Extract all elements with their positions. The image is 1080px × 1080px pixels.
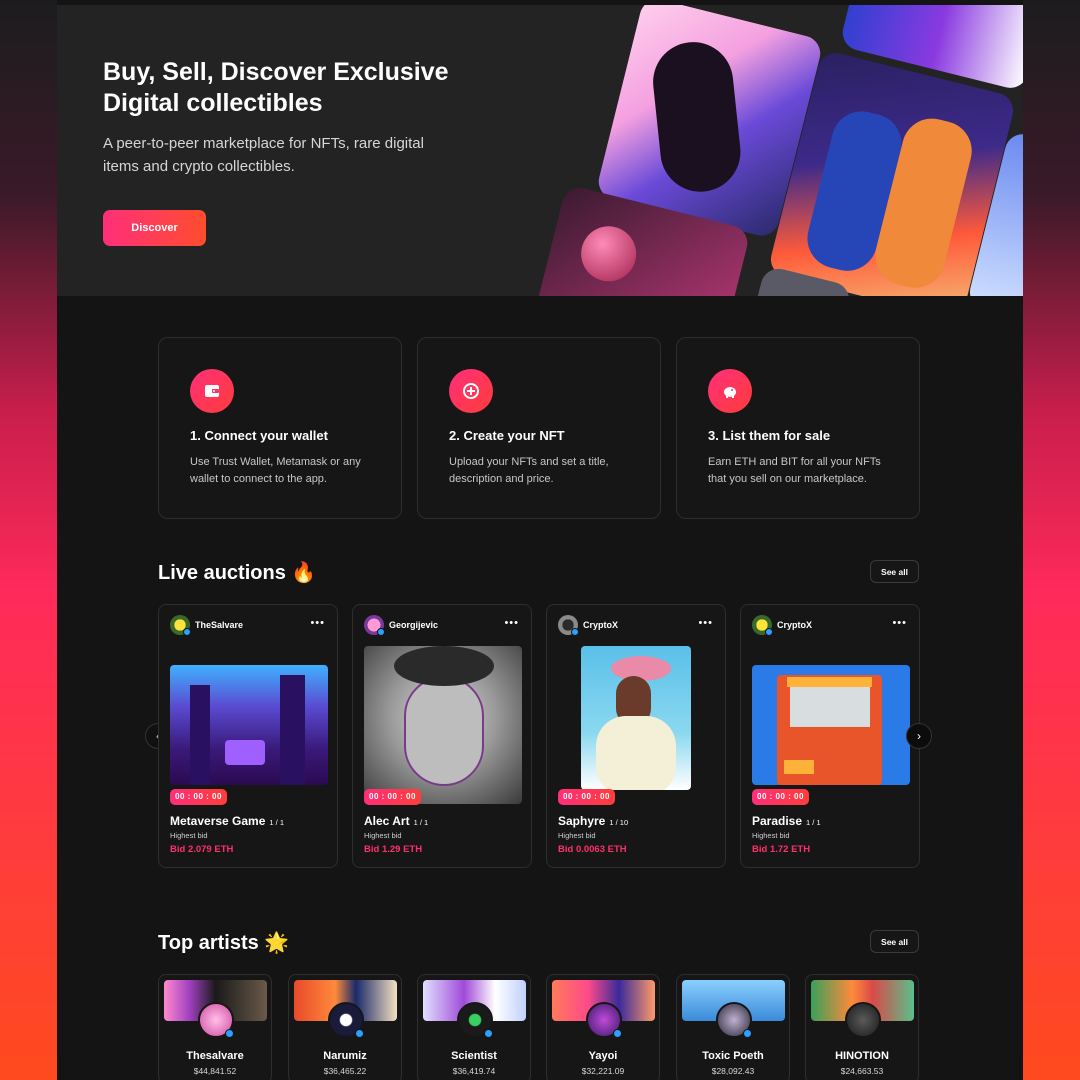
highest-bid-label: Highest bid: [558, 831, 596, 840]
artist-name[interactable]: Narumiz: [289, 1050, 401, 1062]
top-artists-see-all-button[interactable]: See all: [870, 930, 919, 953]
owner-name[interactable]: TheSalvare: [195, 620, 243, 630]
verified-icon: [355, 1029, 364, 1038]
nft-edition: 1 / 10: [609, 818, 629, 827]
artist-name[interactable]: Toxic Poeth: [677, 1050, 789, 1062]
hero-banner: Buy, Sell, Discover Exclusive Digital co…: [57, 5, 1023, 296]
auction-card[interactable]: Georgijevic ••• 00 : 00 : 00 Alec Art 1 /…: [352, 604, 532, 868]
step-title: 1. Connect your wallet: [190, 428, 328, 443]
step-title: 2. Create your NFT: [449, 428, 565, 443]
bid-value: Bid 1.29 ETH: [364, 844, 423, 855]
artist-sales-value: $32,221.09: [581, 1066, 625, 1076]
auction-card[interactable]: CryptoX ••• 00 : 00 : 00 Saphyre 1 / 10 H…: [546, 604, 726, 868]
more-options-icon[interactable]: •••: [892, 617, 907, 629]
artist-sales-value: $44,841.52: [193, 1066, 237, 1076]
nft-name[interactable]: Paradise 1 / 1: [752, 814, 821, 828]
discover-button[interactable]: Discover: [103, 210, 206, 246]
nft-name[interactable]: Saphyre 1 / 10: [558, 814, 628, 828]
create-icon: [449, 369, 493, 413]
bid-value: Bid 1.72 ETH: [752, 844, 811, 855]
step-card-create-nft: 2. Create your NFT Upload your NFTs and …: [417, 337, 661, 519]
nft-name-text: Metaverse Game: [170, 814, 266, 828]
nft-edition: 1 / 1: [269, 818, 284, 827]
owner-name[interactable]: CryptoX: [583, 620, 618, 630]
artist-card[interactable]: Narumiz $36,465.22: [288, 974, 402, 1080]
wallet-icon: [190, 369, 234, 413]
verified-icon: [484, 1029, 493, 1038]
auction-timer: 00 : 00 : 00: [558, 789, 615, 805]
artist-sales-value: $36,465.22: [323, 1066, 367, 1076]
artist-card[interactable]: Thesalvare $44,841.52: [158, 974, 272, 1080]
hero-title: Buy, Sell, Discover Exclusive Digital co…: [103, 58, 449, 117]
verified-icon: [183, 628, 191, 636]
artist-name[interactable]: Yayoi: [547, 1050, 659, 1062]
verified-icon: [613, 1029, 622, 1038]
more-options-icon[interactable]: •••: [504, 617, 519, 629]
top-artists-title: Top artists 🌟: [158, 932, 290, 954]
highest-bid-label: Highest bid: [752, 831, 790, 840]
highest-bid-label: Highest bid: [364, 831, 402, 840]
auction-card[interactable]: CryptoX ••• 00 : 00 : 00 Paradise 1 / 1 H…: [740, 604, 920, 868]
nft-image[interactable]: [364, 646, 522, 804]
more-options-icon[interactable]: •••: [310, 617, 325, 629]
artist-name[interactable]: Thesalvare: [159, 1050, 271, 1062]
piggy-bank-icon: [708, 369, 752, 413]
step-description: Upload your NFTs and set a title, descri…: [449, 456, 609, 485]
artist-card[interactable]: HINOTION $24,663.53: [805, 974, 919, 1080]
step-card-list-for-sale: 3. List them for sale Earn ETH and BIT f…: [676, 337, 920, 519]
nft-name-text: Saphyre: [558, 814, 606, 828]
artist-name[interactable]: HINOTION: [806, 1050, 918, 1062]
artist-sales-value: $28,092.43: [711, 1066, 755, 1076]
owner-name[interactable]: Georgijevic: [389, 620, 438, 630]
nft-image[interactable]: [752, 665, 910, 785]
auction-card[interactable]: TheSalvare ••• 00 : 00 : 00 Metaverse Ga…: [158, 604, 338, 868]
auction-timer: 00 : 00 : 00: [364, 789, 421, 805]
artist-sales-value: $24,663.53: [840, 1066, 884, 1076]
nft-name-text: Paradise: [752, 814, 803, 828]
nft-name[interactable]: Metaverse Game 1 / 1: [170, 814, 284, 828]
verified-icon: [571, 628, 579, 636]
avatar[interactable]: [845, 1002, 881, 1038]
more-options-icon[interactable]: •••: [698, 617, 713, 629]
verified-icon: [743, 1029, 752, 1038]
auction-timer: 00 : 00 : 00: [752, 789, 809, 805]
artist-card[interactable]: Scientist $36,419.74: [417, 974, 531, 1080]
bid-value: Bid 2.079 ETH: [170, 844, 234, 855]
verified-icon: [765, 628, 773, 636]
bid-value: Bid 0.0063 ETH: [558, 844, 627, 855]
nft-name[interactable]: Alec Art 1 / 1: [364, 814, 428, 828]
nft-edition: 1 / 1: [413, 818, 429, 827]
live-auctions-title: Live auctions 🔥: [158, 562, 317, 584]
nft-image[interactable]: [581, 646, 691, 790]
step-description: Use Trust Wallet, Metamask or any wallet…: [190, 456, 361, 485]
hero-subtitle: A peer-to-peer marketplace for NFTs, rar…: [103, 135, 424, 175]
owner-name[interactable]: CryptoX: [777, 620, 812, 630]
highest-bid-label: Highest bid: [170, 831, 208, 840]
auction-timer: 00 : 00 : 00: [170, 789, 227, 805]
chevron-right-icon: ›: [917, 729, 921, 743]
nft-name-text: Alec Art: [364, 814, 410, 828]
step-card-connect-wallet: 1. Connect your wallet Use Trust Wallet,…: [158, 337, 402, 519]
nft-edition: 1 / 1: [806, 818, 821, 827]
artist-sales-value: $36,419.74: [452, 1066, 496, 1076]
verified-icon: [225, 1029, 234, 1038]
live-auctions-see-all-button[interactable]: See all: [870, 560, 919, 583]
artist-card[interactable]: Yayoi $32,221.09: [546, 974, 660, 1080]
artist-card[interactable]: Toxic Poeth $28,092.43: [676, 974, 790, 1080]
step-title: 3. List them for sale: [708, 428, 831, 443]
artist-name[interactable]: Scientist: [418, 1050, 530, 1062]
carousel-next-button[interactable]: ›: [906, 723, 932, 749]
step-description: Earn ETH and BIT for all your NFTs that …: [708, 456, 881, 485]
page: Buy, Sell, Discover Exclusive Digital co…: [57, 0, 1023, 1080]
nft-image[interactable]: [170, 665, 328, 785]
verified-icon: [377, 628, 385, 636]
